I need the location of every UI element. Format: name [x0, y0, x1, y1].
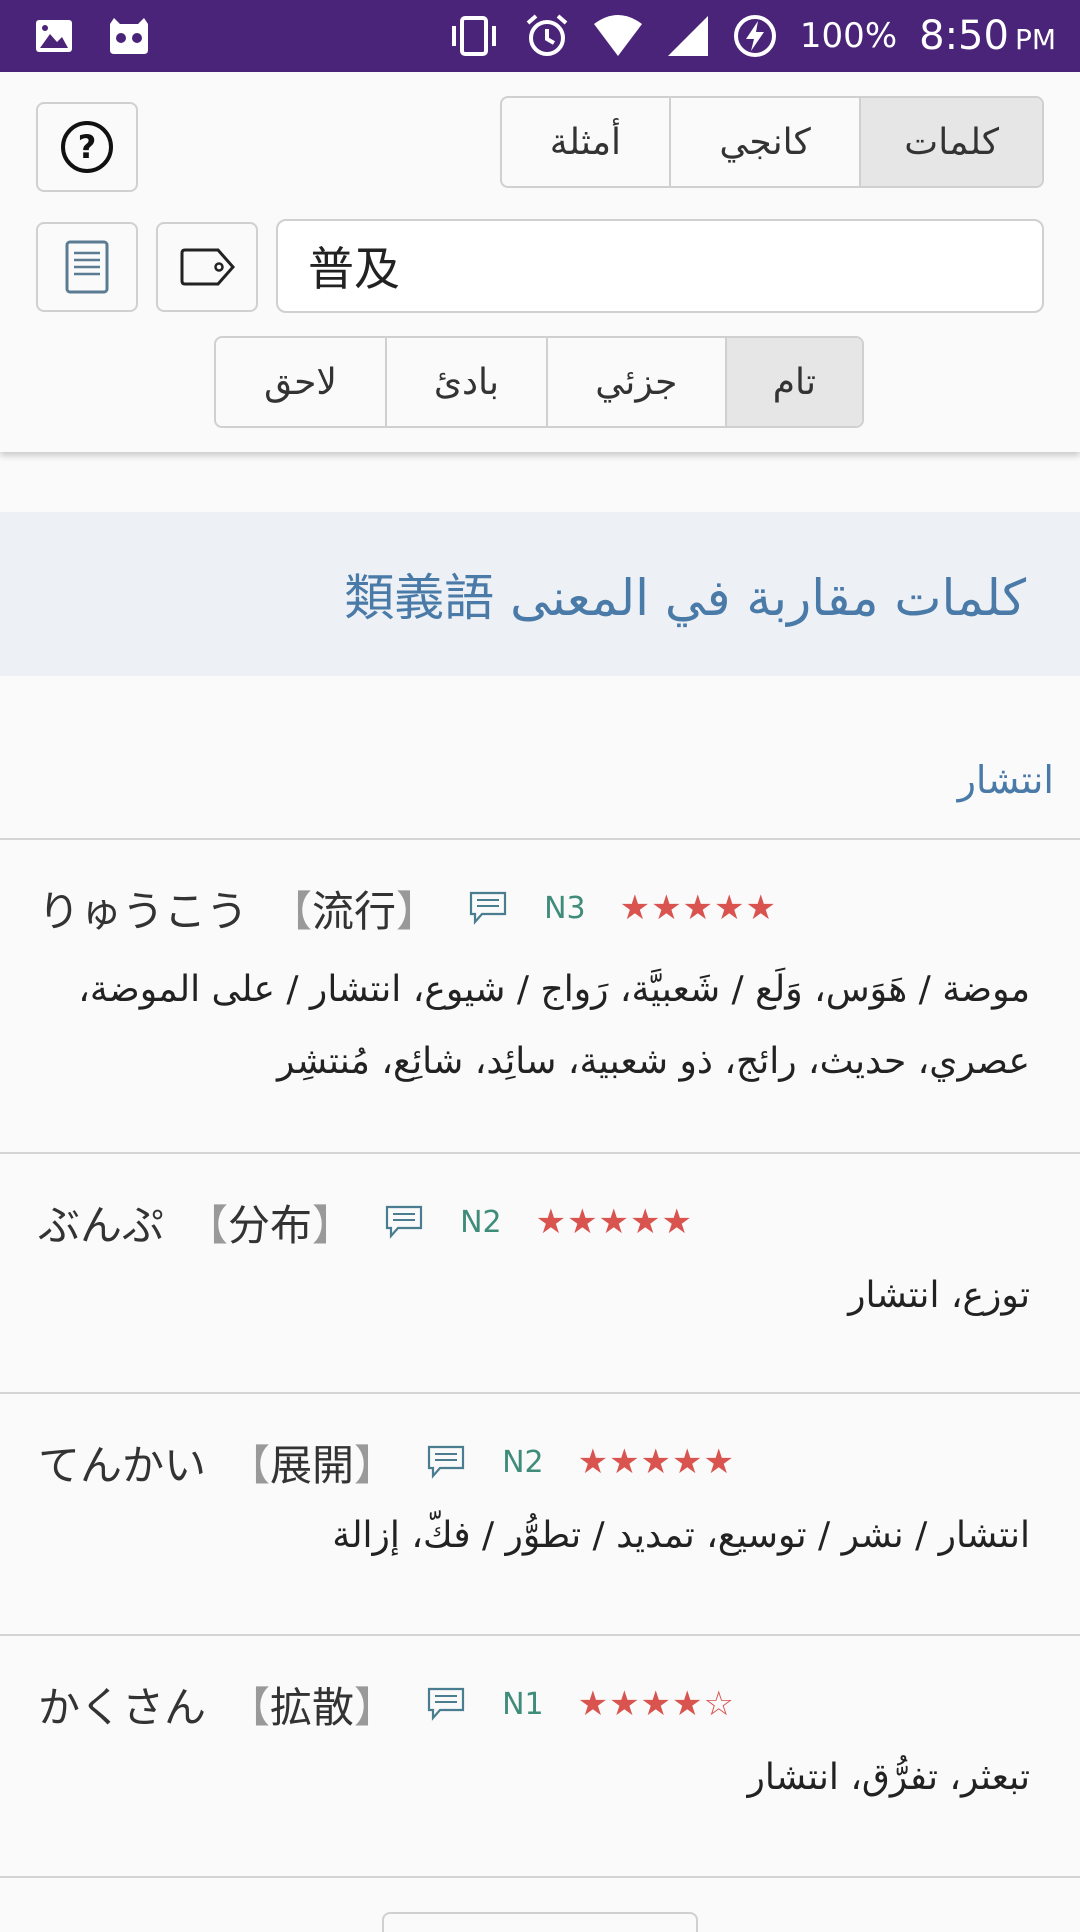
help-button[interactable]: ? [36, 102, 138, 192]
search-header: ? أمثلة كانجي كلمات 普及 لاحق بادئ جزئي تا… [0, 72, 1080, 452]
divider [0, 1876, 1080, 1878]
search-input[interactable]: 普及 [276, 219, 1044, 313]
entry-heading: かくさん 【拡散】 N1 ★★★★☆ [38, 1674, 735, 1734]
entry-heading: てんかい 【展開】 N2 ★★★★★ [38, 1432, 735, 1492]
entry-kanji: 分布 [228, 1200, 313, 1250]
entry-kanji-wrap: 【分布】 [186, 1200, 355, 1250]
section-title: كلمات مقاربة في المعنى 類義語 [344, 569, 1026, 627]
entry-meaning: تبعثر، تفرُّق، انتشار [747, 1757, 1030, 1798]
comment-icon[interactable] [426, 1444, 466, 1480]
tag-icon [180, 248, 236, 286]
comment-icon[interactable] [384, 1204, 424, 1240]
frequency-stars: ★★★★★ [535, 1202, 693, 1242]
synonyms-banner: كلمات مقاربة في المعنى 類義語 [0, 512, 1080, 676]
mode-partial[interactable]: جزئي [545, 338, 725, 426]
word-entry[interactable]: ぶんぷ 【分布】 N2 ★★★★★ توزع، انتشار [0, 1192, 1080, 1392]
entry-meaning: انتشار / نشر / توسيع، تمديد / تطوُّر / ف… [332, 1515, 1030, 1556]
divider [0, 1392, 1080, 1394]
gallery-notification-icon [36, 20, 72, 52]
entry-meaning: موضة / هَوَس، وَلَع / شَعبيَّة، رَواج / … [78, 969, 1030, 1082]
tab-examples[interactable]: أمثلة [502, 98, 669, 186]
svg-text:?: ? [78, 128, 97, 166]
wifi-icon [593, 15, 642, 56]
frequency-stars: ★★★★★ [577, 1442, 735, 1482]
battery-charging-icon [733, 15, 776, 57]
entry-kanji: 流行 [312, 886, 397, 936]
signal-icon [667, 16, 708, 56]
word-entry[interactable]: てんかい 【展開】 N2 ★★★★★ انتشار / نشر / توسيع،… [0, 1432, 1080, 1632]
entry-kana: ぶんぷ [38, 1200, 165, 1250]
mode-suffix[interactable]: لاحق [216, 338, 385, 426]
document-icon [65, 240, 109, 294]
clock-ampm: PM [1014, 23, 1056, 56]
battery-percent: 100% [799, 16, 898, 56]
app-notification-icon [110, 18, 148, 54]
frequency-stars: ★★★★☆ [577, 1684, 735, 1724]
frequency-stars: ★★★★★ [619, 888, 777, 928]
alarm-icon [526, 14, 568, 56]
divider [0, 1152, 1080, 1154]
mode-prefix[interactable]: بادئ [384, 338, 546, 426]
jlpt-level: N3 [544, 890, 586, 926]
word-entry[interactable]: りゅうこう 【流行】 N3 ★★★★★ موضة / هَوَس، وَلَع … [0, 878, 1080, 1150]
entry-heading: りゅうこう 【流行】 N3 ★★★★★ [38, 878, 777, 938]
divider [0, 838, 1080, 840]
jlpt-level: N1 [502, 1686, 544, 1722]
match-mode-tabs: لاحق بادئ جزئي تام [214, 336, 864, 428]
search-type-tabs: أمثلة كانجي كلمات [500, 96, 1044, 188]
clock: 8:50 PM [919, 13, 1056, 59]
tag-button[interactable] [156, 222, 258, 312]
entry-kana: かくさん [38, 1682, 207, 1732]
entry-meaning: توزع، انتشار [848, 1275, 1030, 1316]
entry-kanji-wrap: 【拡散】 [228, 1682, 397, 1732]
vibrate-icon [451, 16, 496, 56]
entry-kanji-wrap: 【展開】 [228, 1440, 397, 1490]
entry-kana: りゅうこう [38, 886, 249, 936]
load-more-button[interactable] [382, 1912, 698, 1932]
notes-button[interactable] [36, 222, 138, 312]
comment-icon[interactable] [468, 890, 508, 926]
entry-kana: てんかい [38, 1440, 207, 1490]
comment-icon[interactable] [426, 1686, 466, 1722]
jlpt-level: N2 [502, 1444, 544, 1480]
entry-kanji-wrap: 【流行】 [270, 886, 439, 936]
tab-kanji[interactable]: كانجي [668, 98, 860, 186]
jlpt-level: N2 [460, 1204, 502, 1240]
entry-heading: ぶんぷ 【分布】 N2 ★★★★★ [38, 1192, 693, 1252]
help-icon: ? [61, 121, 113, 173]
tab-words[interactable]: كلمات [859, 98, 1042, 186]
status-bar: 100% 8:50 PM [0, 0, 1080, 72]
entry-kanji: 拡散 [270, 1682, 355, 1732]
mode-exact[interactable]: تام [724, 338, 862, 426]
clock-time: 8:50 [919, 13, 1009, 59]
word-entry[interactable]: かくさん 【拡散】 N1 ★★★★☆ تبعثر، تفرُّق، انتشار [0, 1674, 1080, 1874]
group-label: انتشار [957, 758, 1054, 802]
divider [0, 1634, 1080, 1636]
entry-kanji: 展開 [270, 1440, 355, 1490]
